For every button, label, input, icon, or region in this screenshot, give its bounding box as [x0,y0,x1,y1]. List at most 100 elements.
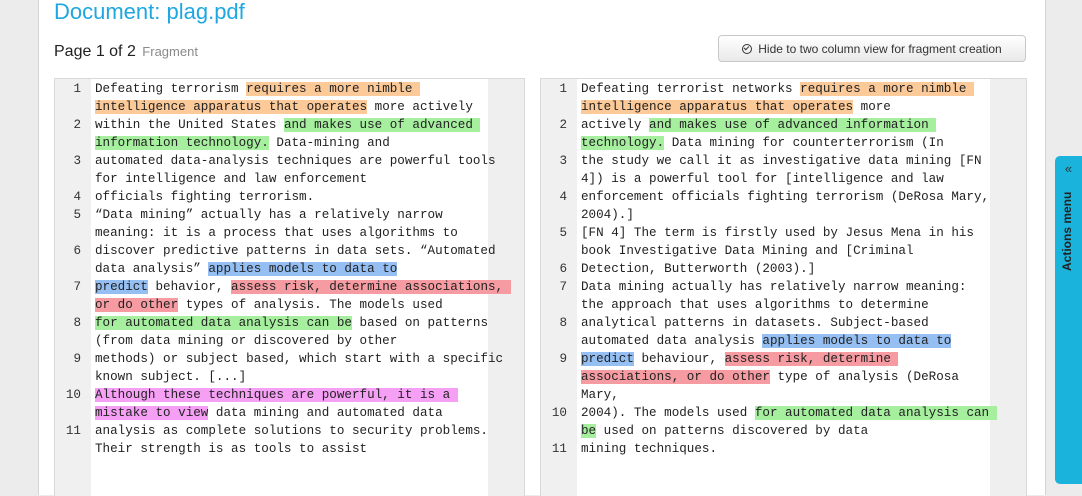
line-text: the study we call it as investigative da… [581,152,991,188]
text-line: 11 mining techniques. [541,440,1026,458]
line-text: officials fighting terrorism. [95,188,510,206]
text-lines: 1 Defeating terrorist networks requires a… [541,80,1026,458]
text-segment: behaviour, [633,352,725,366]
line-number: 5 [559,226,567,240]
text-segment: Data-mining and [268,136,390,150]
highlight-blue: predict [581,352,634,366]
page-indicator: Page 1 of 2 Fragment [54,43,198,61]
text-segment: officials fighting terrorism. [95,190,315,204]
line-number: 1 [73,82,81,96]
line-text: enforcement officials fighting terrorism… [581,188,991,224]
text-line: 9 predict behaviour, assess risk, determi… [541,350,1026,404]
text-line: 11 analysis as complete solutions to secu… [55,422,524,458]
line-number: 1 [559,82,567,96]
line-text: Defeating terrorism requires a more nimb… [95,80,510,116]
text-segment: automated data-analysis techniques are p… [95,154,504,186]
line-text: methods) or subject based, which start w… [95,350,510,386]
text-segment: types of analysis. The models used [178,298,443,312]
line-text: mining techniques. [581,440,991,458]
line-number: 3 [559,154,567,168]
line-number: 9 [559,352,567,366]
text-segment: Defeating terrorism [95,82,247,96]
text-line: 9 methods) or subject based, which start … [55,350,524,386]
line-text: analysis as complete solutions to securi… [95,422,510,458]
text-segment: within the United States [95,118,284,132]
hide-two-column-view-button[interactable]: Hide to two column view for fragment cre… [718,35,1026,62]
actions-menu-label: Actions menu [1060,192,1074,272]
line-text: automated data-analysis techniques are p… [95,152,510,188]
text-line: 1 Defeating terrorism requires a more nim… [55,80,524,116]
text-line: 6 discover predictive patterns in data se… [55,242,524,278]
text-line: 3 automated data-analysis techniques are … [55,152,524,188]
line-number: 2 [559,118,567,132]
text-line: 5 [FN 4] The term is firstly used by Jesu… [541,224,1026,260]
line-text: Detection, Butterworth (2003).] [581,260,991,278]
suspicious-text-pane[interactable]: 1 Defeating terrorism requires a more nim… [54,78,525,496]
line-text: discover predictive patterns in data set… [95,242,510,278]
text-line: 2 actively and makes use of advanced info… [541,116,1026,152]
line-text: “Data mining” actually has a relatively … [95,206,510,242]
line-text: for automated data analysis can be based… [95,314,510,350]
text-segment: “Data mining” actually has a relatively … [95,208,458,240]
line-number: 5 [73,208,81,222]
text-segment: mining techniques. [581,442,718,456]
line-number: 11 [551,442,567,456]
text-line: 4 officials fighting terrorism. [55,188,524,206]
text-segment: Data mining actually has relatively narr… [581,280,974,312]
text-line: 6 Detection, Butterworth (2003).] [541,260,1026,278]
line-number: 6 [559,262,567,276]
line-number: 2 [73,118,81,132]
line-text: within the United States and makes use o… [95,116,510,152]
line-number: 11 [65,424,81,438]
text-segment: Defeating terrorist networks [581,82,801,96]
line-number: 8 [73,316,81,330]
text-line: 3 the study we call it as investigative d… [541,152,1026,188]
text-segment: [FN 4] The term is firstly used by Jesus… [581,226,982,258]
highlight-blue: applies models to data to [208,262,398,276]
text-line: 1 Defeating terrorist networks requires a… [541,80,1026,116]
text-line: 8 for automated data analysis can be base… [55,314,524,350]
line-text: Data mining actually has relatively narr… [581,278,991,314]
text-segment: data mining and automated data [208,406,443,420]
text-segment: actively [581,118,650,132]
line-text: predict behavior, assess risk, determine… [95,278,511,314]
line-number: 8 [559,316,567,330]
line-number: 10 [65,388,81,402]
text-line: 10 Although these techniques are powerful… [55,386,524,422]
text-segment: more [853,100,891,114]
line-number: 10 [551,406,567,420]
text-lines: 1 Defeating terrorism requires a more nim… [55,80,524,458]
text-segment: methods) or subject based, which start w… [95,352,511,384]
line-text: predict behaviour, assess risk, determin… [581,350,991,404]
text-line: 4 enforcement officials fighting terroris… [541,188,1026,224]
text-line: 10 2004). The models used for automated d… [541,404,1026,440]
highlight-blue: applies models to data to [762,334,952,348]
line-text: actively and makes use of advanced infor… [581,116,991,152]
line-number: 3 [73,154,81,168]
check-circle-icon [742,43,753,54]
text-line: 7 predict behavior, assess risk, determin… [55,278,524,314]
line-number: 9 [73,352,81,366]
line-text: [FN 4] The term is firstly used by Jesus… [581,224,991,260]
text-segment: used on patterns discovered by data [596,424,869,438]
highlight-blue: predict [95,280,148,294]
chevron-left-icon: « [1064,161,1073,176]
line-number: 6 [73,244,81,258]
source-text-pane[interactable]: 1 Defeating terrorist networks requires a… [540,78,1027,496]
actions-menu-tab[interactable]: « Actions menu [1055,156,1082,484]
text-line: 7 Data mining actually has relatively nar… [541,278,1026,314]
text-segment: the study we call it as investigative da… [581,154,990,186]
line-text: 2004). The models used for automated dat… [581,404,997,440]
line-text: Although these techniques are powerful, … [95,386,510,422]
line-number: 4 [73,190,81,204]
document-title: Document: plag.pdf [54,0,245,24]
text-line: 5 “Data mining” actually has a relatively… [55,206,524,242]
text-segment: Detection, Butterworth (2003).] [581,262,816,276]
page-label: Page 1 of 2 [54,43,136,60]
line-number: 7 [73,280,81,294]
text-line: 8 analytical patterns in datasets. Subjec… [541,314,1026,350]
hide-button-label: Hide to two column view for fragment cre… [758,41,1002,56]
line-number: 7 [559,280,567,294]
highlight-green: for automated data analysis can be [95,316,352,330]
text-segment: enforcement officials fighting terrorism… [581,190,997,222]
